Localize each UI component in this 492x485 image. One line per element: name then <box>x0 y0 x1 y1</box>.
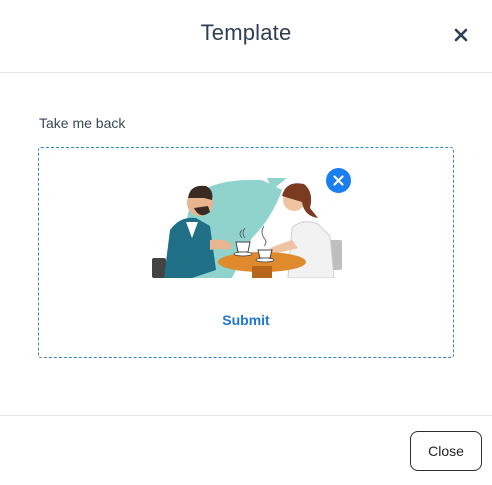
close-icon[interactable] <box>450 24 472 46</box>
modal-header: Template <box>0 0 492 73</box>
submit-button[interactable]: Submit <box>0 312 492 328</box>
footer-divider <box>0 415 492 416</box>
preview-image <box>152 178 342 278</box>
field-label: Take me back <box>39 115 126 131</box>
modal-title: Template <box>200 20 292 45</box>
remove-image-icon[interactable] <box>326 168 351 193</box>
close-button[interactable]: Close <box>410 431 482 471</box>
